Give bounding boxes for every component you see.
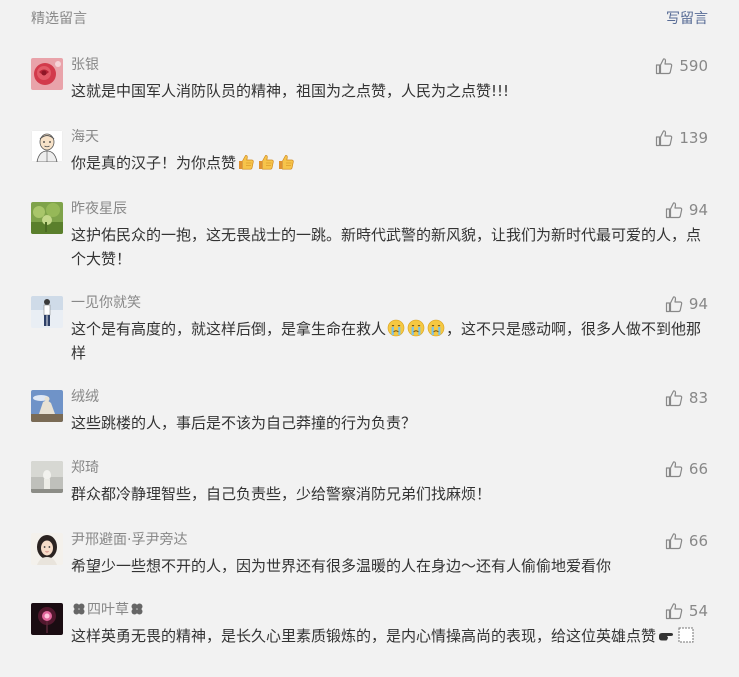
crying-face-icon <box>387 319 405 337</box>
like-count: 66 <box>688 532 708 550</box>
crying-face-icon <box>407 319 425 337</box>
like-count: 83 <box>688 389 708 407</box>
comment-text: 你是真的汉子！为你点赞 <box>71 151 711 175</box>
thumbs-up-outline-icon <box>665 533 683 550</box>
green-plant-avatar[interactable] <box>31 202 63 234</box>
write-comment-link[interactable]: 写留言 <box>666 10 708 28</box>
like-button[interactable]: 94 <box>665 294 708 314</box>
comment-text: 这个是有高度的，就这样后倒，是拿生命在救人 ，这不只是感动啊，很多人做不到他那样 <box>71 317 711 365</box>
comment-text: 群众都冷静理智些，自己负责些，少给警察消防兄弟们找麻烦！ <box>71 485 492 503</box>
pointing-hand-icon <box>657 626 675 644</box>
thumbs-up-outline-icon <box>665 461 683 478</box>
clover-icon <box>130 602 144 616</box>
like-button[interactable]: 83 <box>665 388 708 408</box>
pink-light-avatar[interactable] <box>31 603 63 635</box>
like-button[interactable]: 54 <box>665 601 708 621</box>
like-count: 139 <box>679 129 708 147</box>
comment-author[interactable]: 郑琦 <box>71 459 99 477</box>
comment-text-segment: 你是真的汉子！为你点赞 <box>71 154 237 172</box>
comment-text: 这护佑民众的一抱，这无畏战士的一跳。新時代武警的新风貌，让我们为新时代最可爱的人… <box>71 226 702 268</box>
comment-text: 希望少一些想不开的人，因为世界还有很多温暖的人在身边～还有人偷偷地爱看你 <box>71 557 612 575</box>
thumbs-up-outline-icon <box>665 202 683 219</box>
comment-text: 这些跳楼的人，事后是不该为自己莽撞的行为负责？ <box>71 414 417 432</box>
featured-comments-title: 精选留言 <box>31 11 87 27</box>
cartoon-man-avatar[interactable] <box>31 130 63 162</box>
comment-author[interactable]: 一见你就笑 <box>71 294 141 312</box>
like-count: 94 <box>688 201 708 219</box>
comment-text-segment: 这样英勇无畏的精神，是长久心里素质锻炼的，是内心情操高尚的表现，给这位英雄点赞 <box>71 627 657 645</box>
comment-text: 这就是中国军人消防队员的精神，祖国为之点赞，人民为之点赞!!! <box>71 82 510 100</box>
like-button[interactable]: 66 <box>665 459 708 479</box>
like-button[interactable]: 139 <box>655 128 708 148</box>
like-count: 66 <box>688 460 708 478</box>
placeholder-box-icon <box>677 626 695 644</box>
grey-figurine-avatar[interactable] <box>31 461 63 493</box>
comment-author[interactable]: 尹邢避面·孚尹旁达 <box>71 531 187 549</box>
thumbs-up-icon <box>277 153 295 171</box>
comment-author[interactable]: 张银 <box>71 56 99 74</box>
like-count: 54 <box>688 602 708 620</box>
comment-text-segment: 这个是有高度的，就这样后倒，是拿生命在救人 <box>71 320 387 338</box>
like-button[interactable]: 66 <box>665 531 708 551</box>
thumbs-up-outline-icon <box>665 390 683 407</box>
thumbs-up-outline-icon <box>665 603 683 620</box>
like-count: 590 <box>679 57 708 75</box>
like-button[interactable]: 94 <box>665 200 708 220</box>
thumbs-up-outline-icon <box>656 130 673 147</box>
comment-text: 这样英勇无畏的精神，是长久心里素质锻炼的，是内心情操高尚的表现，给这位英雄点赞 <box>71 624 711 648</box>
like-button[interactable]: 590 <box>655 56 708 76</box>
comment-author[interactable]: 四叶草 <box>71 601 145 619</box>
thumbs-up-icon <box>237 153 255 171</box>
thumbs-up-outline-icon <box>665 296 683 313</box>
girl-portrait-avatar[interactable] <box>31 533 63 565</box>
like-count: 94 <box>688 295 708 313</box>
comment-author[interactable]: 绒绒 <box>71 388 99 406</box>
clover-icon <box>72 602 86 616</box>
comment-author[interactable]: 昨夜星辰 <box>71 200 127 218</box>
comment-author-name: 四叶草 <box>87 602 129 618</box>
crying-face-icon <box>427 319 445 337</box>
thumbs-up-outline-icon <box>656 58 673 75</box>
comment-author[interactable]: 海天 <box>71 128 99 146</box>
standing-woman-avatar[interactable] <box>31 296 63 328</box>
statue-sky-avatar[interactable] <box>31 390 63 422</box>
comments-header: 精选留言 写留言 <box>0 0 739 38</box>
thumbs-up-icon <box>257 153 275 171</box>
red-rose-avatar[interactable] <box>31 58 63 90</box>
